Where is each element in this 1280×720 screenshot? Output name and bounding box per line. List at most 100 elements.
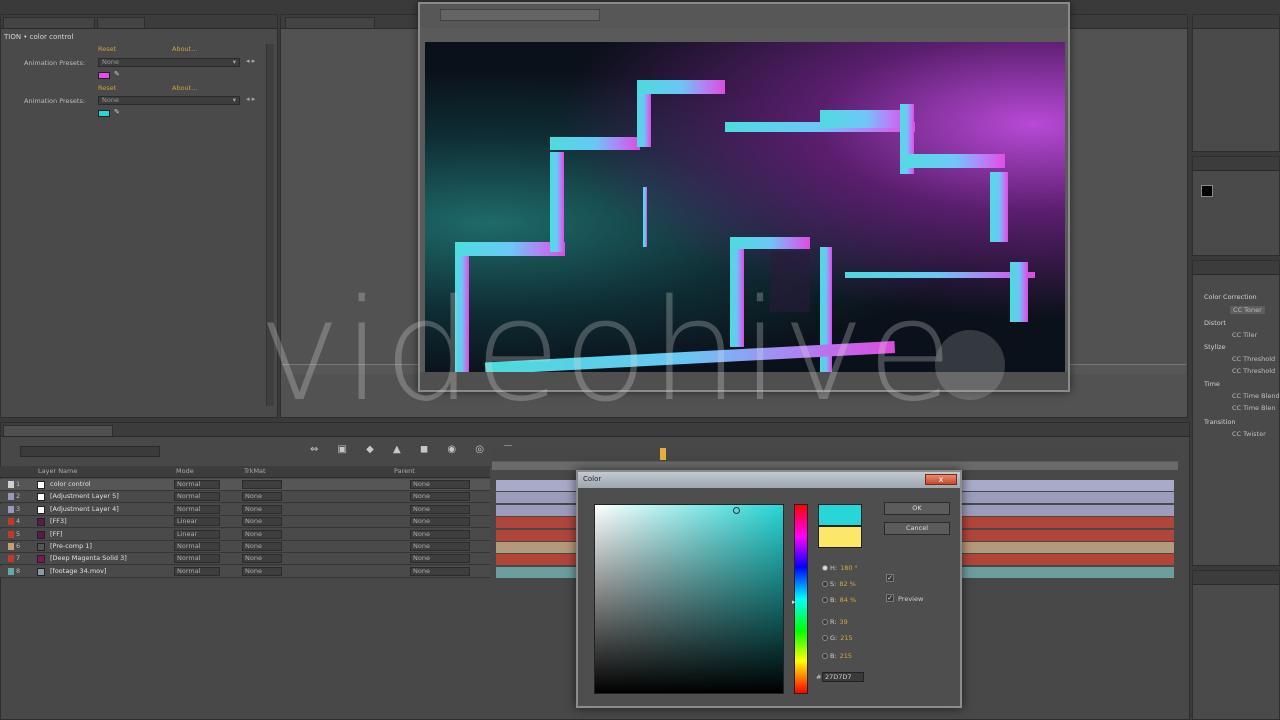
color-dialog-titlebar[interactable]: Color x xyxy=(578,472,960,488)
tab-timeline[interactable] xyxy=(3,425,113,436)
layer-mode-dropdown[interactable]: Normal xyxy=(174,554,220,564)
column-parent[interactable]: Parent xyxy=(394,467,415,475)
layer-trkmat-dropdown[interactable]: None xyxy=(242,504,282,514)
g-value[interactable]: G: 215 xyxy=(822,634,853,642)
layer-parent-dropdown[interactable]: None xyxy=(410,517,470,527)
category-time[interactable]: Time xyxy=(1204,380,1220,388)
category-distort[interactable]: Distort xyxy=(1204,319,1226,327)
layer-name[interactable]: [Deep Magenta Solid 3] xyxy=(50,553,127,564)
layer-label-color[interactable] xyxy=(8,530,14,538)
eyedropper-icon[interactable]: ✎ xyxy=(114,108,120,116)
blue-value[interactable]: B: 215 xyxy=(822,652,852,660)
layer-parent-dropdown[interactable]: None xyxy=(410,492,470,502)
layer-name[interactable]: [FF3] xyxy=(50,516,67,527)
about-link[interactable]: About... xyxy=(172,45,197,53)
layer-mode-dropdown[interactable]: Normal xyxy=(174,504,220,514)
layer-row[interactable]: 2 [Adjustment Layer 5] Normal None None xyxy=(0,491,490,504)
about-link[interactable]: About... xyxy=(172,84,197,92)
timeline-search-input[interactable] xyxy=(20,446,160,457)
layer-label-color[interactable] xyxy=(8,493,14,501)
layer-row[interactable]: 5 [FF] Linear None None xyxy=(0,528,490,541)
animation-presets-dropdown[interactable]: None ▾ xyxy=(98,58,240,67)
layer-label-color[interactable] xyxy=(8,567,14,575)
saturation-brightness-field[interactable] xyxy=(594,504,784,694)
tab-composition[interactable] xyxy=(285,17,375,28)
layer-name[interactable]: [FF] xyxy=(50,529,63,540)
effect-cc-tiler[interactable]: CC Tiler xyxy=(1232,331,1257,339)
layer-parent-dropdown[interactable]: None xyxy=(410,529,470,539)
column-mode[interactable]: Mode xyxy=(176,467,194,475)
hue-slider-thumb[interactable]: ▸ xyxy=(792,598,796,606)
hue-slider[interactable]: ▸ xyxy=(792,504,808,694)
effect-cc-threshold[interactable]: CC Threshold xyxy=(1232,355,1275,363)
category-transition[interactable]: Transition xyxy=(1204,418,1235,426)
layer-name[interactable]: [Adjustment Layer 4] xyxy=(50,504,119,515)
reset-link[interactable]: Reset xyxy=(98,84,116,92)
animation-presets-dropdown[interactable]: None ▾ xyxy=(98,96,240,105)
h-value[interactable]: H: 180 ° xyxy=(822,564,858,572)
effect-cc-twister[interactable]: CC Twister xyxy=(1232,430,1266,438)
layer-trkmat-dropdown[interactable]: None xyxy=(242,542,282,551)
color-swatch-magenta[interactable] xyxy=(98,72,110,79)
ok-button[interactable]: OK xyxy=(884,502,950,515)
color-swatch-cyan[interactable] xyxy=(98,110,110,117)
layer-parent-dropdown[interactable]: None xyxy=(410,480,470,489)
layer-name[interactable]: color control xyxy=(50,479,91,490)
layer-name[interactable]: [Pre-comp 1] xyxy=(50,541,92,552)
effect-cc-threshold-rgb[interactable]: CC Threshold xyxy=(1232,367,1275,375)
s-value[interactable]: S: 82 % xyxy=(822,580,856,588)
category-stylize[interactable]: Stylize xyxy=(1204,343,1226,351)
layer-label-color[interactable] xyxy=(8,543,14,550)
layer-label-color[interactable] xyxy=(8,505,14,513)
effect-cc-time-blend[interactable]: CC Time Blend xyxy=(1232,392,1280,400)
column-trkmat[interactable]: TrkMat xyxy=(244,467,266,475)
tab-project[interactable] xyxy=(97,17,145,28)
cancel-button[interactable]: Cancel xyxy=(884,522,950,535)
layer-row[interactable]: 1 color control Normal None xyxy=(0,479,490,491)
color-field-cursor[interactable] xyxy=(733,507,740,514)
layer-mode-dropdown[interactable]: Linear xyxy=(174,529,220,539)
hex-input[interactable]: 27D7D7 xyxy=(822,672,864,682)
layer-row[interactable]: 8 [footage 34.mov] Normal None None xyxy=(0,565,490,578)
layer-parent-dropdown[interactable]: None xyxy=(410,504,470,514)
r-value[interactable]: R: 39 xyxy=(822,618,848,626)
tab-effect-controls[interactable] xyxy=(3,17,95,28)
layer-trkmat-dropdown[interactable]: None xyxy=(242,517,282,527)
current-time-indicator[interactable] xyxy=(660,448,666,460)
viewer-tab[interactable] xyxy=(440,9,600,21)
timeline-toolbar-icons[interactable]: ⇔ ▣ ◆ ▲ ◼ ◉ ◎ ▦ xyxy=(310,444,521,455)
layer-mode-dropdown[interactable]: Linear xyxy=(174,517,220,527)
layer-trkmat-dropdown[interactable]: None xyxy=(242,554,282,564)
fill-color-swatch[interactable] xyxy=(1201,185,1213,197)
layer-parent-dropdown[interactable]: None xyxy=(410,542,470,551)
layer-name[interactable]: [Adjustment Layer 5] xyxy=(50,491,119,502)
layer-mode-dropdown[interactable]: Normal xyxy=(174,566,220,576)
layer-mode-dropdown[interactable]: Normal xyxy=(174,542,220,551)
layer-mode-dropdown[interactable]: Normal xyxy=(174,480,220,489)
b-value[interactable]: B: 84 % xyxy=(822,596,856,604)
effect-cc-toner[interactable]: CC Toner xyxy=(1230,306,1265,314)
layer-row[interactable]: 6 [Pre-comp 1] Normal None None xyxy=(0,541,490,553)
layer-parent-dropdown[interactable]: None xyxy=(410,566,470,576)
layer-trkmat-dropdown[interactable]: None xyxy=(242,529,282,539)
column-layer-name[interactable]: Layer Name xyxy=(38,467,77,475)
layer-mode-dropdown[interactable]: Normal xyxy=(174,492,220,502)
layer-label-color[interactable] xyxy=(8,518,14,526)
timeline-ruler[interactable] xyxy=(492,446,1178,462)
layer-row[interactable]: 7 [Deep Magenta Solid 3] Normal None None xyxy=(0,553,490,566)
eyedropper-icon[interactable]: ✎ xyxy=(114,70,120,78)
close-button[interactable]: x xyxy=(925,474,957,485)
category-color-correction[interactable]: Color Correction xyxy=(1204,293,1257,301)
effect-cc-time-blend-fx[interactable]: CC Time Blen xyxy=(1232,404,1276,412)
layer-parent-dropdown[interactable]: None xyxy=(410,554,470,564)
layer-label-color[interactable] xyxy=(8,555,14,563)
layer-row[interactable]: 3 [Adjustment Layer 4] Normal None None xyxy=(0,503,490,516)
layer-trkmat-dropdown[interactable]: None xyxy=(242,492,282,502)
layer-label-color[interactable] xyxy=(8,481,14,488)
preview-checkbox[interactable]: ✓ xyxy=(886,594,894,602)
work-area-bar[interactable] xyxy=(492,462,1178,470)
layer-name[interactable]: [footage 34.mov] xyxy=(50,566,107,577)
preset-nav-arrows[interactable]: ◂ ▸ xyxy=(246,95,255,103)
layer-trkmat-dropdown[interactable]: None xyxy=(242,566,282,576)
web-colors-checkbox[interactable]: ✓ xyxy=(886,574,894,582)
